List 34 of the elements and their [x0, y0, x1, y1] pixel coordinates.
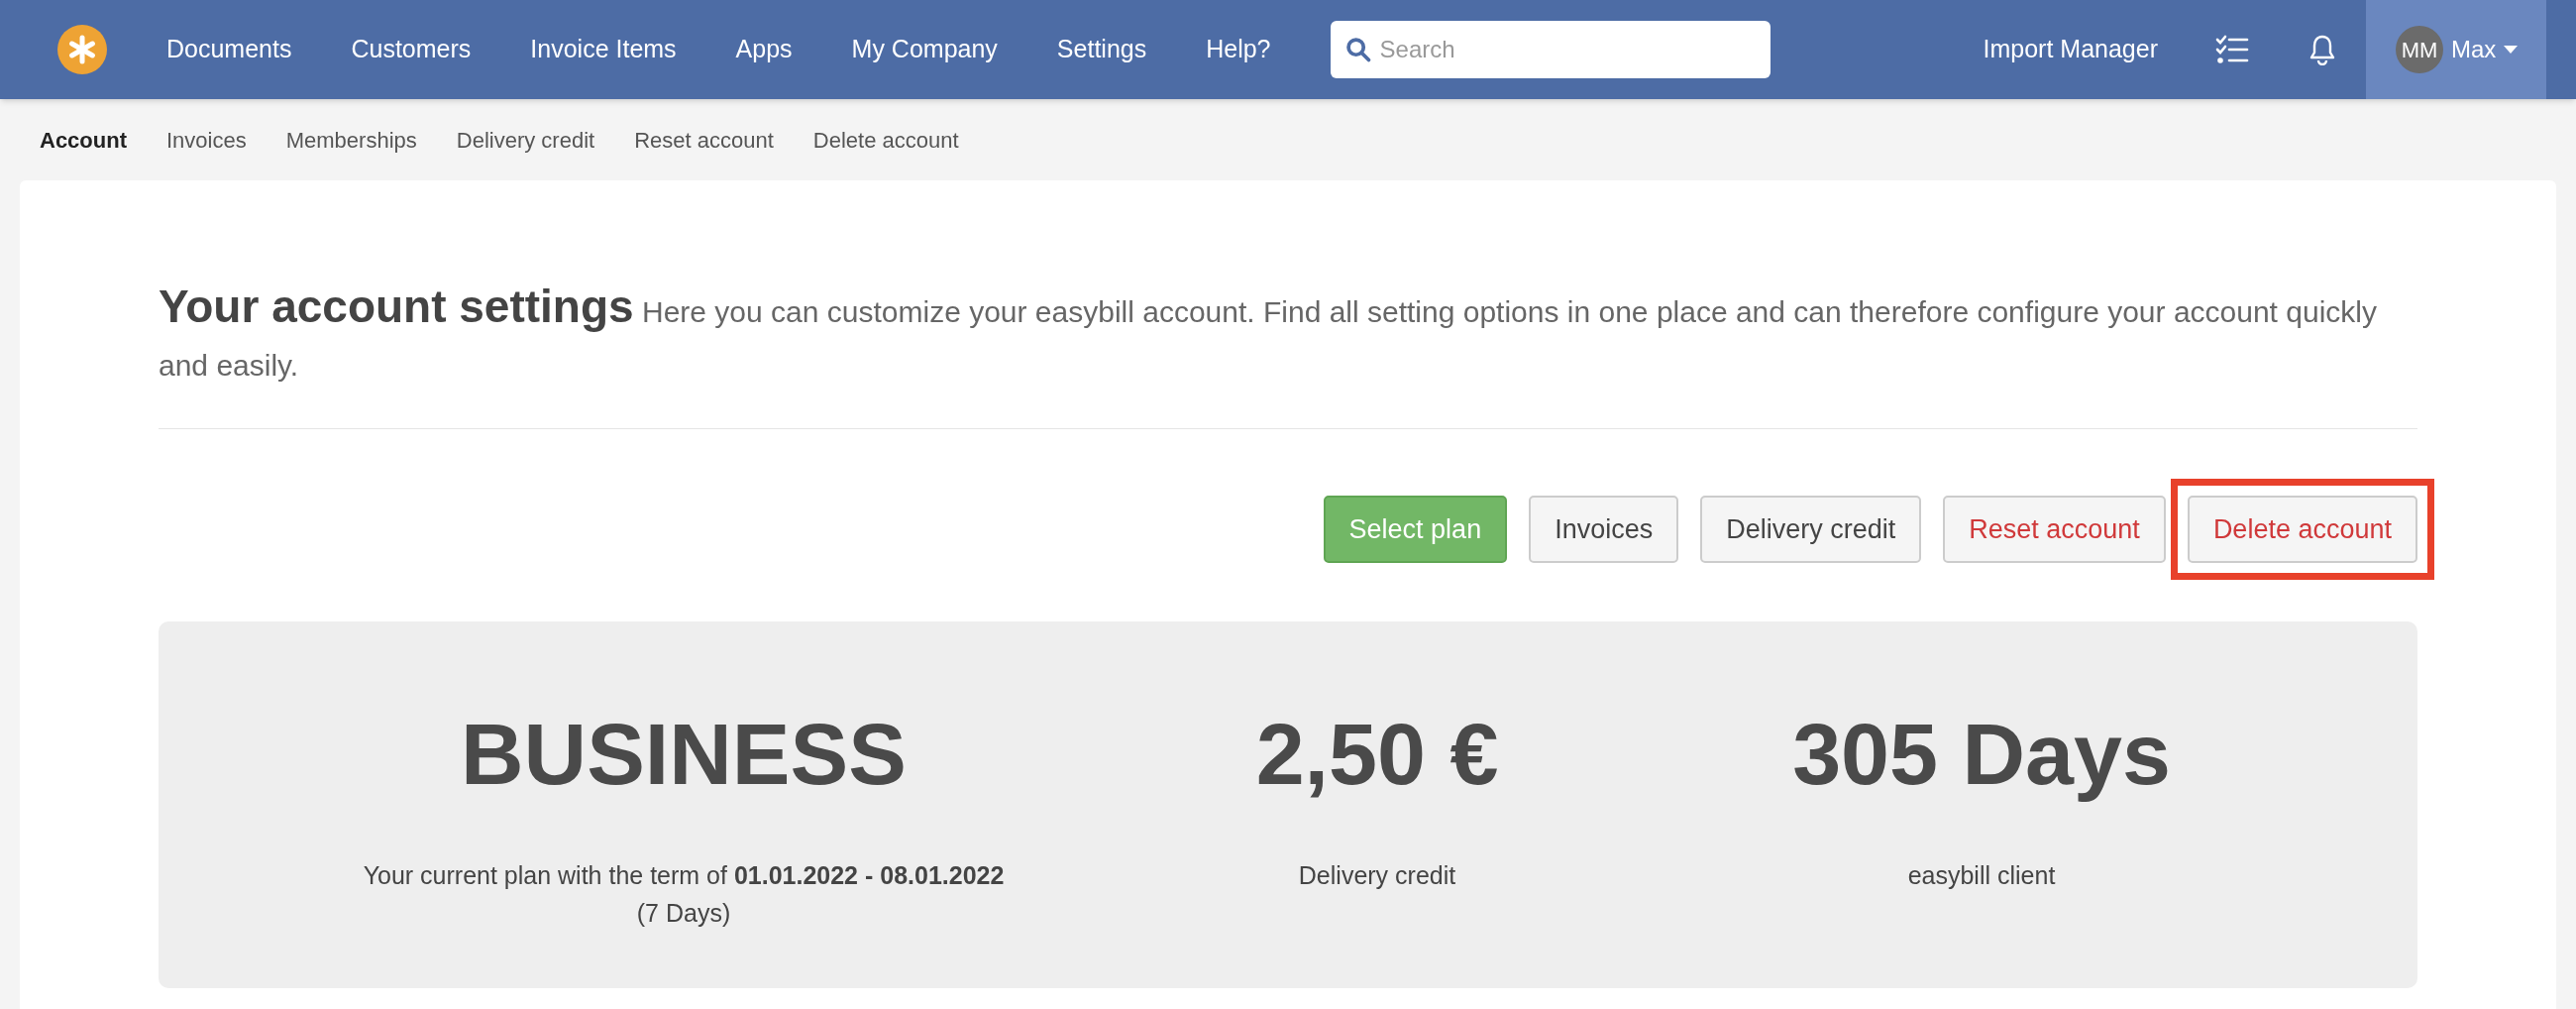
search-icon: [1343, 36, 1372, 63]
user-name: Max: [2451, 35, 2497, 64]
subnav-tab[interactable]: Delete account: [812, 123, 959, 157]
nav-link[interactable]: Documents: [166, 31, 292, 68]
nav-link[interactable]: Invoice Items: [530, 31, 677, 68]
action-button[interactable]: Invoices: [1529, 496, 1679, 563]
stat-note: (7 Days): [636, 897, 731, 929]
stat-caption: Delivery credit: [1298, 860, 1456, 891]
logo-icon[interactable]: [57, 25, 107, 74]
nav-link[interactable]: Apps: [735, 31, 793, 68]
checklist-icon[interactable]: [2215, 35, 2249, 64]
user-menu[interactable]: MM Max: [2366, 0, 2546, 99]
subnav-tab[interactable]: Reset account: [634, 123, 774, 157]
import-manager-link[interactable]: Import Manager: [1983, 31, 2158, 68]
nav-link[interactable]: Customers: [351, 31, 472, 68]
subnav-tab[interactable]: Invoices: [166, 123, 247, 157]
subnav-tab[interactable]: Delivery credit: [456, 123, 595, 157]
bell-icon[interactable]: [2308, 34, 2336, 65]
action-button[interactable]: Delivery credit: [1700, 496, 1922, 563]
stat-value: BUSINESS: [461, 711, 907, 798]
nav-link[interactable]: Help?: [1206, 31, 1271, 68]
search-field[interactable]: Search: [1330, 21, 1771, 78]
caret-icon: [2504, 46, 2519, 54]
subnav-tab[interactable]: Account: [40, 123, 127, 157]
stat-value: 2,50 €: [1255, 711, 1499, 798]
subnav-tab[interactable]: Memberships: [285, 123, 417, 157]
action-button[interactable]: Delete account: [2187, 496, 2417, 563]
stat-caption: Your current plan with the term of 01.01.2022 - 08.01.2022: [363, 860, 1005, 891]
nav-link[interactable]: Settings: [1056, 31, 1147, 68]
stat-caption: easybill client: [1907, 860, 2056, 891]
page-heading: Your account settings Here you can customize your easybill account. Find all setting options in one place and can therefore configure your account quickly and easily.: [159, 280, 2378, 384]
avatar: MM: [2396, 26, 2443, 73]
action-button[interactable]: Reset account: [1943, 496, 2166, 563]
nav-link[interactable]: My Company: [851, 31, 998, 68]
